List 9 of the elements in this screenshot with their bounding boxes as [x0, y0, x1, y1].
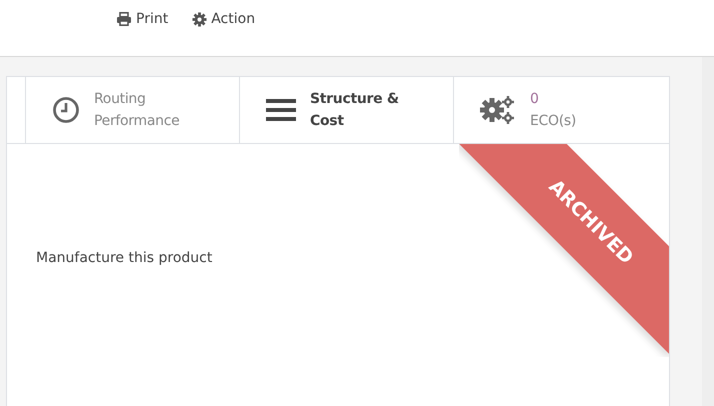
gear-icon — [192, 12, 208, 26]
clock-icon — [52, 96, 80, 124]
gears-icon — [480, 95, 516, 125]
action-button[interactable]: Action — [188, 9, 260, 29]
action-button[interactable]: Print — [112, 9, 172, 29]
menu-icon — [266, 98, 296, 122]
printer-icon — [116, 12, 132, 26]
scrollbar[interactable] — [702, 57, 714, 406]
body-text: Manufacture this product — [36, 250, 212, 266]
